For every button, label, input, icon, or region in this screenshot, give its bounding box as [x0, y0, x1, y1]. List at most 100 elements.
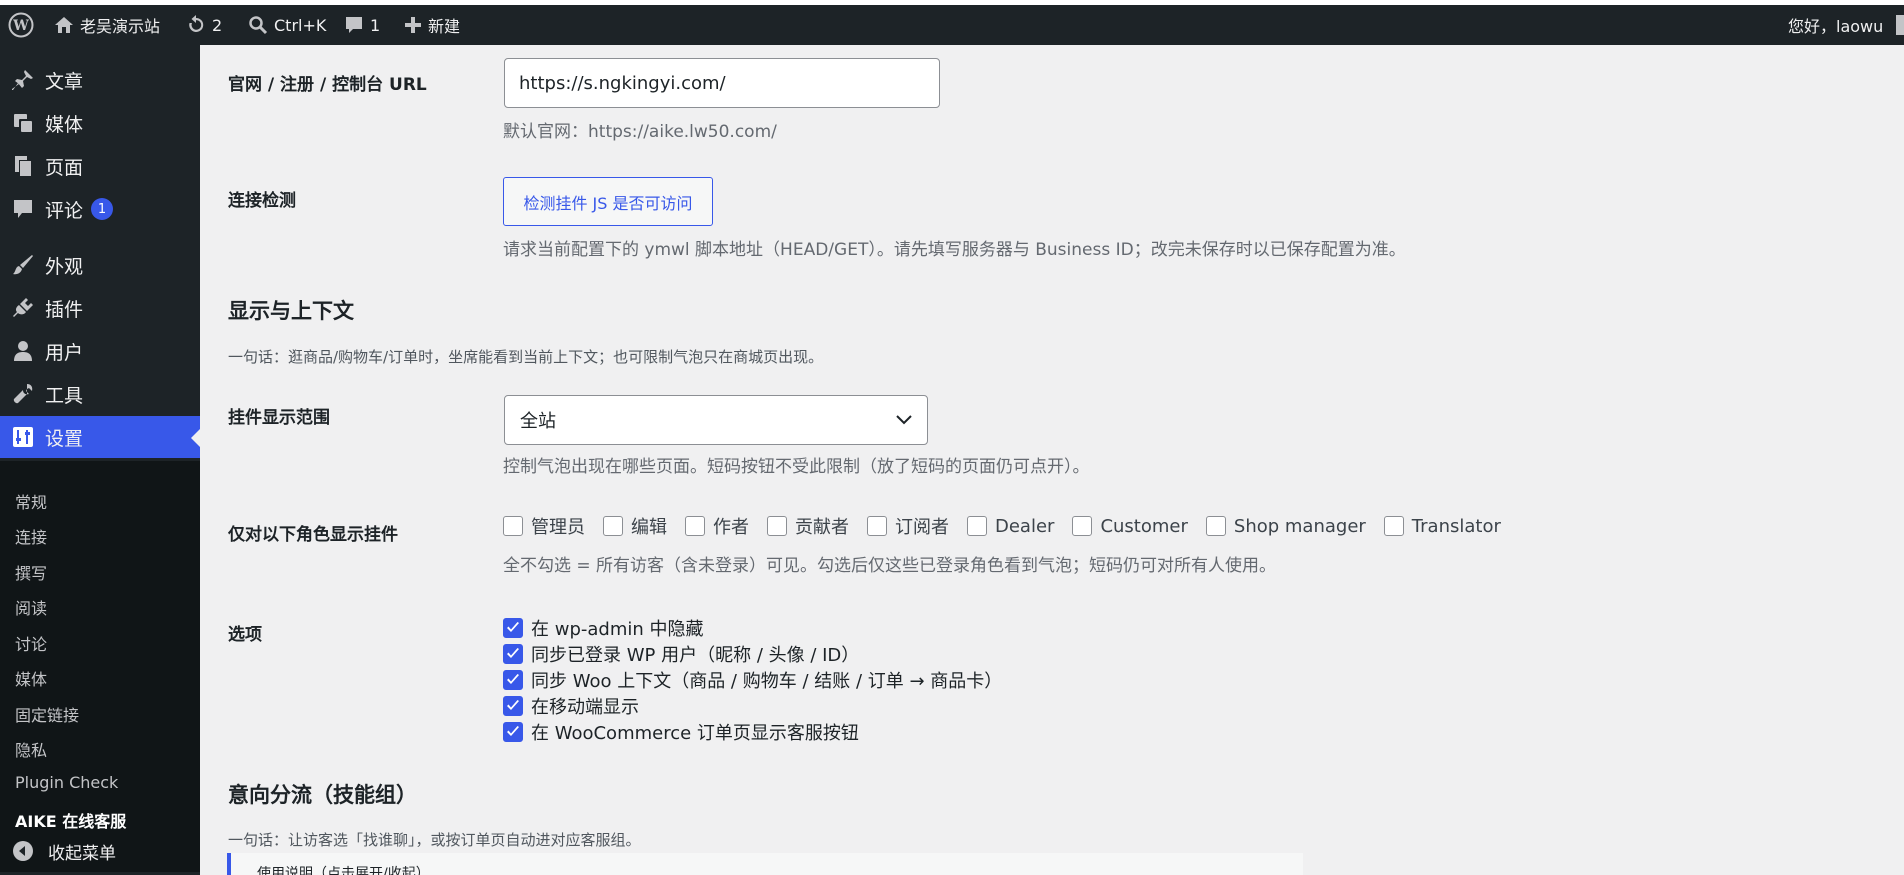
role-label: 订阅者 — [895, 517, 949, 538]
roles-description: 全不勾选 = 所有访客（含未登录）可见。勾选后仅这些已登录角色看到气泡；短码仍可… — [503, 556, 1277, 576]
chevron-down-icon — [896, 415, 912, 425]
role-contributor[interactable]: 贡献者 — [767, 513, 849, 539]
checkbox[interactable] — [1072, 516, 1093, 536]
role-subscriber[interactable]: 订阅者 — [867, 513, 949, 539]
updates-link[interactable]: 2 — [186, 5, 222, 45]
checkbox-checked[interactable] — [503, 696, 523, 716]
menu-posts[interactable]: 文章 — [0, 59, 200, 101]
url-input[interactable]: https://s.ngkingyi.com/ — [504, 58, 940, 108]
option-sync-woo-context[interactable]: 同步 Woo 上下文（商品 / 购物车 / 结账 / 订单 → 商品卡） — [503, 667, 1002, 693]
url-description: 默认官网：https://aike.lw50.com/ — [503, 122, 777, 142]
media-icon — [11, 111, 35, 135]
submenu-general[interactable]: 常规 — [15, 489, 47, 513]
collapse-menu-button[interactable]: 收起菜单 — [0, 827, 200, 875]
updates-icon — [189, 15, 204, 32]
submenu-reading[interactable]: 阅读 — [15, 595, 47, 619]
search-link[interactable]: Ctrl+K — [248, 5, 326, 45]
plus-icon — [405, 17, 421, 33]
comments-link[interactable]: 1 — [344, 5, 380, 45]
url-input-value: https://s.ngkingyi.com/ — [519, 72, 726, 94]
menu-label: 外观 — [45, 255, 84, 278]
scope-select[interactable]: 全站 — [504, 395, 928, 445]
user-icon — [11, 339, 35, 363]
plugin-icon — [11, 296, 35, 320]
checkbox-checked[interactable] — [503, 722, 523, 742]
role-translator[interactable]: Translator — [1383, 515, 1501, 537]
display-section-title: 显示与上下文 — [228, 299, 354, 323]
menu-label: 设置 — [45, 427, 84, 450]
wordpress-logo-icon[interactable]: W — [8, 5, 34, 45]
menu-label: 工具 — [45, 384, 84, 407]
menu-media[interactable]: 媒体 — [0, 102, 200, 144]
menu-label: 评论 — [45, 199, 84, 222]
checkbox-checked[interactable] — [503, 644, 523, 664]
option-show-on-mobile[interactable]: 在移动端显示 — [503, 693, 1002, 719]
menu-label: 文章 — [45, 70, 84, 93]
role-label: Shop manager — [1233, 515, 1366, 537]
check-icon — [507, 622, 519, 632]
role-customer[interactable]: Customer — [1072, 515, 1188, 537]
checkbox[interactable] — [603, 516, 623, 536]
menu-appearance[interactable]: 外观 — [0, 244, 200, 286]
menu-settings[interactable]: 设置 — [0, 416, 200, 458]
menu-plugins[interactable]: 插件 — [0, 287, 200, 329]
submenu-media[interactable]: 媒体 — [15, 666, 47, 690]
option-woo-order-button[interactable]: 在 WooCommerce 订单页显示客服按钮 — [503, 719, 1002, 745]
routing-section-title: 意向分流（技能组） — [228, 783, 417, 807]
role-author[interactable]: 作者 — [685, 513, 749, 539]
submenu-discussion[interactable]: 讨论 — [15, 631, 47, 655]
checkbox[interactable] — [967, 516, 987, 536]
role-administrator[interactable]: 管理员 — [503, 513, 585, 539]
option-label: 同步 Woo 上下文（商品 / 购物车 / 结账 / 订单 → 商品卡） — [531, 671, 1003, 692]
submenu-plugin-check[interactable]: Plugin Check — [15, 773, 118, 792]
scope-label: 挂件显示范围 — [228, 408, 330, 428]
connection-label: 连接检测 — [228, 191, 296, 211]
checkbox[interactable] — [503, 516, 523, 536]
updates-count: 2 — [212, 15, 223, 35]
checkbox[interactable] — [1205, 516, 1226, 536]
page-icon — [11, 154, 35, 178]
my-account-link[interactable]: 您好，laowu — [1788, 5, 1883, 45]
role-editor[interactable]: 编辑 — [603, 513, 667, 539]
option-sync-wp-user[interactable]: 同步已登录 WP 用户（昵称 / 头像 / ID） — [503, 641, 1002, 667]
role-dealer[interactable]: Dealer — [967, 516, 1054, 537]
submenu-privacy[interactable]: 隐私 — [15, 737, 47, 761]
settings-submenu: 常规 连接 撰写 阅读 讨论 媒体 固定链接 隐私 Plugin Check A… — [0, 461, 200, 872]
checkbox-checked[interactable] — [503, 618, 523, 638]
usage-notice[interactable]: 使用说明（点击展开/收起） — [227, 853, 1303, 875]
options-label: 选项 — [228, 625, 262, 645]
checkbox-checked[interactable] — [503, 670, 523, 690]
menu-users[interactable]: 用户 — [0, 330, 200, 372]
site-name: 老吴演示站 — [80, 17, 161, 36]
check-widget-js-button[interactable]: 检测挂件 JS 是否可访问 — [503, 177, 713, 226]
collapse-icon — [12, 840, 34, 862]
checkbox[interactable] — [767, 516, 787, 536]
new-content-link[interactable]: 新建 — [404, 5, 460, 45]
menu-label: 插件 — [45, 298, 84, 321]
checkbox[interactable] — [867, 516, 887, 536]
role-label: 贡献者 — [795, 517, 849, 538]
submenu-permalinks[interactable]: 固定链接 — [15, 702, 79, 726]
menu-comments[interactable]: 评论 1 — [0, 188, 200, 230]
usage-notice-text: 使用说明（点击展开/收起） — [257, 866, 430, 875]
site-name-link[interactable]: 老吴演示站 — [54, 5, 160, 45]
check-icon — [507, 726, 519, 736]
role-shop-manager[interactable]: Shop manager — [1205, 515, 1366, 537]
checkbox[interactable] — [1383, 516, 1404, 536]
admin-bar: W 老吴演示站 2 Ctrl+K 1 新建 您好，laowu — [0, 5, 1904, 45]
search-shortcut: Ctrl+K — [274, 15, 327, 35]
role-label: Translator — [1411, 515, 1501, 537]
submenu-writing[interactable]: 撰写 — [15, 560, 47, 584]
option-hide-in-wp-admin[interactable]: 在 wp-admin 中隐藏 — [503, 615, 1002, 641]
menu-pages[interactable]: 页面 — [0, 145, 200, 187]
role-label: 作者 — [713, 517, 749, 538]
checkbox[interactable] — [685, 516, 705, 536]
greeting: 您好，laowu — [1788, 17, 1884, 36]
menu-tools[interactable]: 工具 — [0, 373, 200, 415]
role-label: Customer — [1100, 515, 1188, 537]
avatar[interactable] — [1896, 15, 1904, 35]
connection-description: 请求当前配置下的 ymwl 脚本地址（HEAD/GET）。请先填写服务器与 Bu… — [503, 240, 1406, 260]
url-label: 官网 / 注册 / 控制台 URL — [228, 75, 427, 95]
submenu-connect[interactable]: 连接 — [15, 524, 47, 548]
menu-label: 媒体 — [45, 113, 84, 136]
